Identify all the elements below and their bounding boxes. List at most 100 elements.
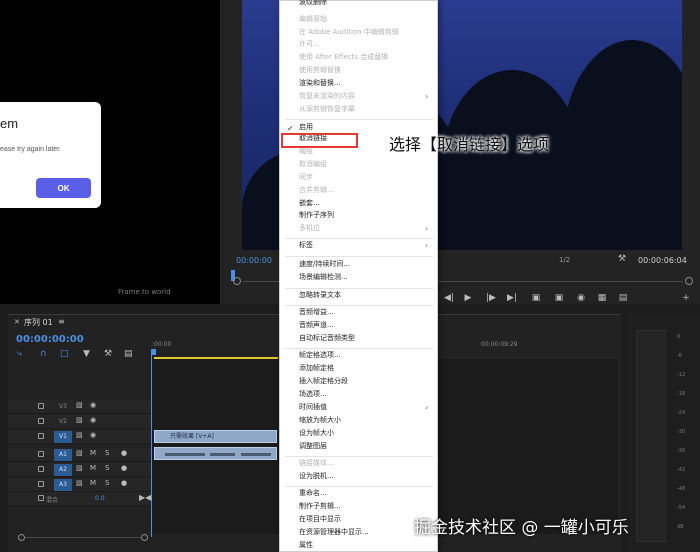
step-back-icon[interactable]: ◀| bbox=[443, 293, 455, 304]
sync-icon[interactable]: ▧ bbox=[76, 464, 83, 472]
sync-icon[interactable]: ▧ bbox=[76, 449, 83, 457]
lock-icon[interactable] bbox=[38, 418, 44, 424]
eye-icon[interactable]: ◉ bbox=[90, 401, 96, 409]
sync-icon[interactable]: ▧ bbox=[76, 416, 83, 424]
mic-icon[interactable]: ● bbox=[121, 479, 127, 487]
menu-item[interactable]: 设为脱机... bbox=[299, 472, 334, 481]
menu-item[interactable]: 自动标记音频类型 bbox=[299, 334, 355, 343]
menu-item[interactable]: 场选项... bbox=[299, 390, 327, 399]
menu-item[interactable]: 缩放为帧大小 bbox=[299, 416, 341, 425]
track-label-v1[interactable]: V1 bbox=[54, 431, 72, 443]
eye-icon[interactable]: ◉ bbox=[90, 416, 96, 424]
captions-icon[interactable]: ▤ bbox=[124, 349, 133, 359]
menu-item[interactable]: 使用剪辑替换 bbox=[299, 66, 341, 75]
menu-separator bbox=[285, 256, 433, 257]
track-label-a1[interactable]: A1 bbox=[54, 449, 72, 461]
menu-item[interactable]: 制作子序列 bbox=[299, 211, 334, 220]
menu-item[interactable]: 编辑原始 bbox=[299, 15, 327, 24]
timeline-timecode[interactable]: 00:00:00:00 bbox=[16, 334, 84, 345]
solo-button[interactable]: S bbox=[105, 449, 109, 457]
mute-button[interactable]: M bbox=[90, 449, 96, 457]
menu-item[interactable]: 渲染和替换... bbox=[299, 79, 341, 88]
lock-icon[interactable] bbox=[38, 451, 44, 457]
sequence-tab[interactable]: 序列 01 bbox=[24, 317, 53, 328]
menu-item[interactable]: 多机位 bbox=[299, 224, 320, 233]
menu-item[interactable]: 在项目中显示 bbox=[299, 515, 341, 524]
submenu-arrow-icon: › bbox=[425, 224, 429, 233]
track-label-v3[interactable]: V3 bbox=[54, 401, 72, 413]
menu-item[interactable]: 帧定格选项... bbox=[299, 351, 341, 360]
menu-item[interactable]: 场景编辑检测... bbox=[299, 273, 348, 282]
track-label-v2[interactable]: V2 bbox=[54, 416, 72, 428]
menu-item[interactable]: 设为帧大小 bbox=[299, 429, 334, 438]
menu-item[interactable]: 速度/持续时间... bbox=[299, 260, 350, 269]
solo-button[interactable]: S bbox=[105, 479, 109, 487]
menu-item[interactable]: 标签 bbox=[299, 241, 313, 250]
mix-value[interactable]: 0.0 bbox=[95, 495, 105, 502]
timeline-scrollbar[interactable] bbox=[18, 534, 148, 541]
menu-item[interactable]: 音频增益... bbox=[299, 308, 334, 317]
menu-item[interactable]: 在资源管理器中显示... bbox=[299, 528, 369, 537]
menu-item[interactable]: 使用 After Effects 合成替换 bbox=[299, 53, 388, 62]
play-icon[interactable]: ▶ bbox=[462, 293, 474, 304]
menu-item[interactable]: 在 Adobe Audition 中编辑剪辑 bbox=[299, 28, 399, 37]
menu-item[interactable]: 音频声道... bbox=[299, 321, 334, 330]
menu-item[interactable]: 合并剪辑... bbox=[299, 186, 334, 195]
menu-item[interactable]: 插入帧定格分段 bbox=[299, 377, 348, 386]
menu-item[interactable]: 编组 bbox=[299, 147, 313, 156]
close-icon[interactable]: ✕ bbox=[14, 318, 20, 326]
lock-icon[interactable] bbox=[38, 433, 44, 439]
menu-item[interactable]: 许可... bbox=[299, 40, 320, 49]
lock-icon[interactable] bbox=[38, 481, 44, 487]
sync-icon[interactable]: ▧ bbox=[76, 479, 83, 487]
camera-icon[interactable]: ◉ bbox=[575, 293, 587, 304]
menu-item[interactable]: 恢复未渲染的内容 bbox=[299, 92, 355, 101]
wrench-icon[interactable]: ⚒ bbox=[104, 349, 112, 359]
menu-item[interactable]: 从源剪辑恢复字幕 bbox=[299, 105, 355, 114]
menu-item[interactable]: 重命名... bbox=[299, 489, 327, 498]
nest-icon[interactable]: ⤷ bbox=[17, 349, 22, 359]
sync-icon[interactable]: ▧ bbox=[76, 401, 83, 409]
menu-item[interactable]: 时间插值 bbox=[299, 403, 327, 412]
audio-meter bbox=[636, 330, 666, 542]
step-forward-icon[interactable]: |▶ bbox=[485, 293, 497, 304]
vr-icon[interactable]: ▤ bbox=[617, 293, 629, 304]
tab-menu-icon[interactable]: ≡ bbox=[58, 317, 65, 326]
lock-icon[interactable] bbox=[38, 466, 44, 472]
compare-icon[interactable]: ▦ bbox=[596, 293, 608, 304]
marker-icon[interactable]: ▼ bbox=[83, 349, 90, 359]
menu-item[interactable]: 调整图层 bbox=[299, 442, 327, 451]
mix-end-icon[interactable]: ▶◀ bbox=[139, 493, 151, 502]
mic-icon[interactable]: ● bbox=[121, 449, 127, 457]
linked-select-icon[interactable]: □ bbox=[60, 349, 69, 359]
snap-icon[interactable]: ∩ bbox=[40, 349, 47, 359]
track-label-a2[interactable]: A2 bbox=[54, 464, 72, 476]
eye-icon[interactable]: ◉ bbox=[90, 431, 96, 439]
program-resolution[interactable]: 1/2 bbox=[559, 256, 570, 264]
menu-item[interactable]: 忽略转录文本 bbox=[299, 291, 341, 300]
track-label-a3[interactable]: A3 bbox=[54, 479, 72, 491]
menu-item[interactable]: 属性 bbox=[299, 541, 313, 550]
menu-item[interactable]: 同步 bbox=[299, 173, 313, 182]
mute-button[interactable]: M bbox=[90, 479, 96, 487]
menu-item[interactable]: 波纹删除 bbox=[299, 0, 327, 7]
menu-item[interactable]: 嵌套... bbox=[299, 199, 320, 208]
menu-item[interactable]: 取消编组 bbox=[299, 160, 327, 169]
sync-icon[interactable]: ▧ bbox=[76, 431, 83, 439]
lift-icon[interactable]: ▣ bbox=[530, 293, 542, 304]
audio-clip[interactable] bbox=[154, 447, 277, 460]
solo-button[interactable]: S bbox=[105, 464, 109, 472]
wrench-icon[interactable]: ⚒ bbox=[618, 254, 626, 264]
go-to-out-icon[interactable]: ▶| bbox=[506, 293, 518, 304]
menu-item[interactable]: 添加帧定格 bbox=[299, 364, 334, 373]
lock-icon[interactable] bbox=[38, 495, 44, 501]
extract-icon[interactable]: ▣ bbox=[553, 293, 565, 304]
add-button-icon[interactable]: + bbox=[680, 293, 692, 304]
menu-item[interactable]: 链接媒体... bbox=[299, 459, 334, 468]
menu-item[interactable]: 启用 bbox=[299, 123, 313, 132]
mic-icon[interactable]: ● bbox=[121, 464, 127, 472]
lock-icon[interactable] bbox=[38, 403, 44, 409]
mute-button[interactable]: M bbox=[90, 464, 96, 472]
dialog-ok-button[interactable]: OK bbox=[36, 178, 91, 198]
menu-item[interactable]: 制作子剪辑... bbox=[299, 502, 341, 511]
